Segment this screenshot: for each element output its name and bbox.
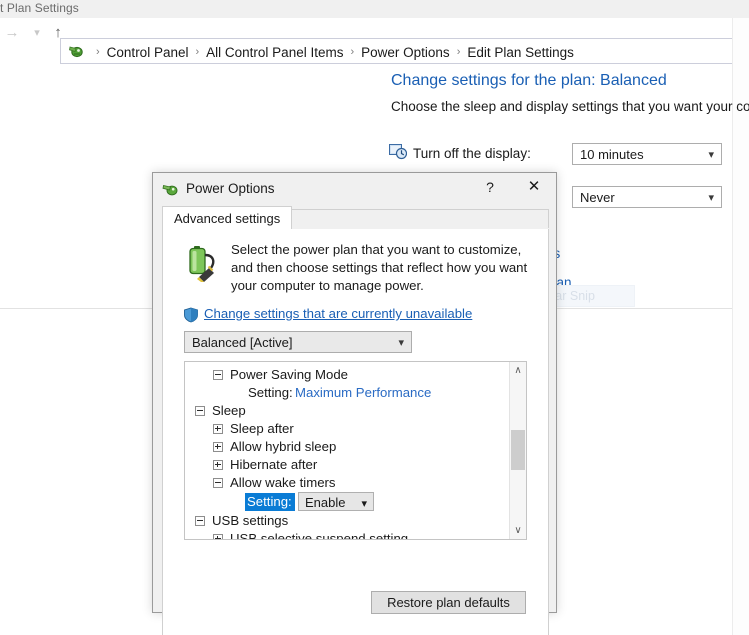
power-plan-value: Balanced [Active] — [192, 335, 293, 350]
screen: t Plan Settings → ▾ ↑ › Control Panel › … — [0, 0, 749, 635]
navigation-bar: → ▾ ↑ › Control Panel › All Control Pane… — [0, 18, 749, 64]
page-subtitle: Choose the sleep and display settings th… — [391, 99, 749, 114]
help-button[interactable]: ? — [470, 173, 510, 200]
chevron-down-icon: ▾ — [708, 149, 714, 161]
advanced-settings-panel: Select the power plan that you want to c… — [162, 229, 549, 635]
breadcrumb-separator: › — [96, 46, 100, 58]
restore-plan-defaults-button[interactable]: Restore plan defaults — [371, 591, 526, 614]
tab-advanced-settings[interactable]: Advanced settings — [162, 206, 293, 230]
tab-strip: Advanced settings — [162, 206, 549, 230]
wake-timers-value-select[interactable]: Enable ▾ — [298, 492, 374, 511]
breadcrumb-item-power-options[interactable]: Power Options — [361, 45, 450, 60]
wake-timers-value: Enable — [305, 495, 346, 510]
control-panel-icon[interactable] — [68, 42, 85, 62]
collapse-toggle-icon[interactable] — [213, 478, 223, 488]
power-plan-select[interactable]: Balanced [Active] ▾ — [184, 331, 412, 353]
battery-plug-icon — [185, 244, 221, 282]
put-computer-to-sleep-value: Never — [580, 190, 615, 205]
expand-toggle-icon[interactable] — [213, 534, 223, 539]
window-title: t Plan Settings — [0, 1, 79, 15]
dialog-title: Power Options — [186, 181, 275, 196]
tree-item-label: Allow hybrid sleep — [230, 439, 337, 454]
expand-toggle-icon[interactable] — [213, 442, 223, 452]
breadcrumb-separator: › — [456, 46, 461, 58]
uac-shield-icon — [183, 307, 199, 323]
tree-item-label: Sleep — [212, 403, 246, 418]
chevron-down-icon: ▾ — [361, 498, 367, 510]
breadcrumb-item-control-panel[interactable]: Control Panel — [107, 45, 189, 60]
chevron-down-icon: ▾ — [398, 337, 404, 349]
turn-off-display-value: 10 minutes — [580, 147, 644, 162]
advanced-settings-tree[interactable]: Power Saving Mode Setting: Maximum Perfo… — [184, 361, 527, 540]
breadcrumb-item-all-items[interactable]: All Control Panel Items — [206, 45, 343, 60]
tree-item-label: Setting: — [248, 385, 293, 400]
tree-item-label: USB settings — [212, 513, 289, 528]
chevron-down-icon: ▾ — [708, 192, 714, 204]
expand-toggle-icon[interactable] — [213, 460, 223, 470]
tree-item-value[interactable]: Maximum Performance — [295, 384, 431, 402]
dialog-title-bar[interactable]: Power Options ? ✕ — [153, 173, 556, 206]
breadcrumb-separator: › — [350, 46, 355, 58]
collapse-toggle-icon[interactable] — [195, 516, 205, 526]
collapse-toggle-icon[interactable] — [195, 406, 205, 416]
page-title: Change settings for the plan: Balanced — [391, 72, 667, 89]
scrollbar-thumb[interactable] — [511, 430, 525, 470]
chevron-down-icon[interactable]: ▾ — [27, 24, 47, 42]
breadcrumb-separator: › — [195, 46, 200, 58]
change-unavailable-settings-link[interactable]: Change settings that are currently unava… — [204, 306, 472, 321]
tree-items: Power Saving Mode Setting: Maximum Perfo… — [185, 362, 510, 540]
tree-item-label: Allow wake timers — [230, 475, 336, 490]
tree-item-label: Hibernate after — [230, 457, 318, 472]
breadcrumb-item-edit-plan-settings[interactable]: Edit Plan Settings — [467, 45, 574, 60]
dialog-description: Select the power plan that you want to c… — [231, 242, 528, 293]
arrow-right-icon[interactable]: → — [2, 24, 22, 42]
window-title-strip: t Plan Settings — [0, 0, 749, 18]
power-options-dialog: Power Options ? ✕ Advanced settings Sele… — [152, 172, 557, 635]
tree-item-label: Sleep after — [230, 421, 294, 436]
collapse-toggle-icon[interactable] — [213, 370, 223, 380]
expand-toggle-icon[interactable] — [213, 424, 223, 434]
put-computer-to-sleep-select[interactable]: Never ▾ — [572, 186, 722, 208]
setting-label-selected: Setting: — [245, 493, 295, 511]
scroll-down-icon[interactable]: ∨ — [510, 522, 526, 539]
turn-off-display-label: Turn off the display: — [413, 146, 531, 161]
power-plug-icon — [162, 181, 179, 198]
display-clock-icon — [389, 143, 408, 160]
tree-item-label: USB selective suspend setting — [230, 531, 409, 540]
scroll-up-icon[interactable]: ∧ — [510, 362, 526, 379]
breadcrumb: › Control Panel › All Control Panel Item… — [68, 42, 574, 62]
turn-off-display-select[interactable]: 10 minutes ▾ — [572, 143, 722, 165]
close-icon[interactable]: ✕ — [514, 173, 554, 200]
tree-item-label: Power Saving Mode — [230, 367, 349, 382]
tree-scrollbar[interactable]: ∧ ∨ — [509, 362, 526, 539]
